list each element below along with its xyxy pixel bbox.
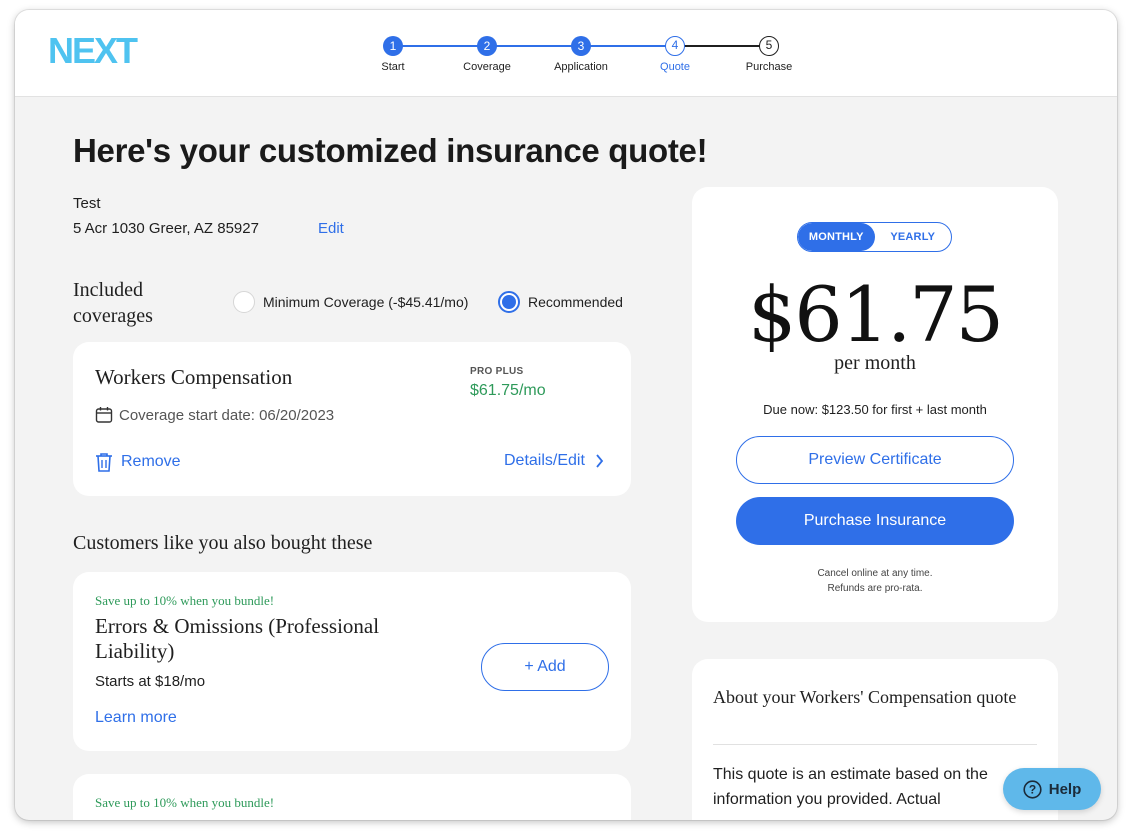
details-label: Details/Edit xyxy=(504,452,585,469)
billing-period-toggle[interactable]: MONTHLY YEARLY xyxy=(797,222,952,252)
quote-period: per month xyxy=(834,352,916,374)
trash-icon xyxy=(96,453,112,472)
purchase-insurance-button[interactable]: Purchase Insurance xyxy=(736,497,1014,545)
radio-button-selected[interactable] xyxy=(498,291,520,313)
quote-amount: $61.75 xyxy=(748,270,1004,359)
step-number: 2 xyxy=(477,36,497,56)
price-summary-card: MONTHLY YEARLY $61.75 per month Due now:… xyxy=(692,187,1058,622)
header: NEXT 1 Start 2 Coverage 3 Application 4 … xyxy=(15,10,1117,97)
divider xyxy=(713,744,1037,745)
page-title: Here's your customized insurance quote! xyxy=(73,132,708,169)
remove-button[interactable]: Remove xyxy=(95,452,181,472)
upsell-title: Errors & Omissions (Professional Liabili… xyxy=(95,614,380,663)
step-label: Purchase xyxy=(745,61,793,73)
coverage-option-minimum[interactable]: Minimum Coverage (-$45.41/mo) xyxy=(233,291,468,313)
logo-text: NEXT xyxy=(48,32,138,68)
upsell-card-errors-omissions: Save up to 10% when you bundle! Errors &… xyxy=(73,572,631,751)
step-number: 3 xyxy=(571,36,591,56)
toggle-yearly[interactable]: YEARLY xyxy=(875,223,952,251)
step-start[interactable]: 1 Start xyxy=(348,36,438,73)
step-number: 1 xyxy=(383,36,403,56)
step-number: 4 xyxy=(665,36,685,56)
chevron-right-icon xyxy=(596,454,604,468)
start-date-text: Coverage start date: 06/20/2023 xyxy=(119,406,335,424)
step-number: 5 xyxy=(759,36,779,56)
edit-business-link[interactable]: Edit xyxy=(318,220,344,237)
browser-window: NEXT 1 Start 2 Coverage 3 Application 4 … xyxy=(15,10,1117,820)
radio-button[interactable] xyxy=(233,291,255,313)
step-label: Coverage xyxy=(463,61,511,73)
upsell-heading: Customers like you also bought these xyxy=(73,532,373,554)
svg-text:?: ? xyxy=(1029,782,1036,796)
bundle-note: Save up to 10% when you bundle! xyxy=(95,795,275,810)
calendar-icon xyxy=(95,407,113,423)
next-logo[interactable]: NEXT xyxy=(48,32,152,68)
question-icon: ? xyxy=(1023,779,1042,799)
help-label: Help xyxy=(1048,780,1082,798)
radio-label: Recommended xyxy=(528,294,623,310)
upsell-starting-price: Starts at $18/mo xyxy=(95,673,206,690)
bundle-note: Save up to 10% when you bundle! xyxy=(95,593,275,608)
add-button[interactable]: + Add xyxy=(481,643,609,691)
policy-tier: PRO PLUS xyxy=(470,366,524,377)
workers-comp-card: Workers Compensation PRO PLUS $61.75/mo … xyxy=(73,342,631,496)
included-coverages-heading: Included coverages xyxy=(73,279,153,327)
cancel-line-2: Refunds are pro-rata. xyxy=(827,583,923,594)
cancel-policy-note: Cancel online at any time. Refunds are p… xyxy=(692,566,1058,596)
policy-title: Workers Compensation xyxy=(95,365,293,389)
about-quote-card: About your Workers' Compensation quote T… xyxy=(692,659,1058,820)
remove-label: Remove xyxy=(121,453,181,470)
business-name: Test xyxy=(73,195,101,212)
coverage-option-recommended[interactable]: Recommended xyxy=(498,291,623,313)
step-label: Start xyxy=(381,61,405,73)
coverage-start-date: Coverage start date: 06/20/2023 xyxy=(95,406,334,424)
step-purchase: 5 Purchase xyxy=(724,36,814,73)
toggle-monthly[interactable]: MONTHLY xyxy=(798,223,875,251)
cancel-line-1: Cancel online at any time. xyxy=(817,568,933,579)
details-edit-link[interactable]: Details/Edit xyxy=(504,452,604,470)
about-body: This quote is an estimate based on the i… xyxy=(713,766,988,808)
learn-more-link[interactable]: Learn more xyxy=(95,709,177,727)
business-address: 5 Acr 1030 Greer, AZ 85927 xyxy=(73,220,259,237)
step-quote[interactable]: 4 Quote xyxy=(630,36,720,73)
upsell-card-2: Save up to 10% when you bundle! xyxy=(73,774,631,820)
help-button[interactable]: ? Help xyxy=(1003,768,1101,810)
progress-stepper: 1 Start 2 Coverage 3 Application 4 Quote… xyxy=(345,36,795,86)
policy-price: $61.75/mo xyxy=(470,382,546,399)
step-coverage[interactable]: 2 Coverage xyxy=(442,36,532,73)
about-title: About your Workers' Compensation quote xyxy=(713,687,1017,707)
step-label: Application xyxy=(554,61,608,73)
preview-certificate-button[interactable]: Preview Certificate xyxy=(736,436,1014,484)
radio-label: Minimum Coverage (-$45.41/mo) xyxy=(263,294,469,310)
due-now: Due now: $123.50 for first + last month xyxy=(763,402,987,417)
step-label: Quote xyxy=(660,61,690,73)
step-application[interactable]: 3 Application xyxy=(536,36,626,73)
